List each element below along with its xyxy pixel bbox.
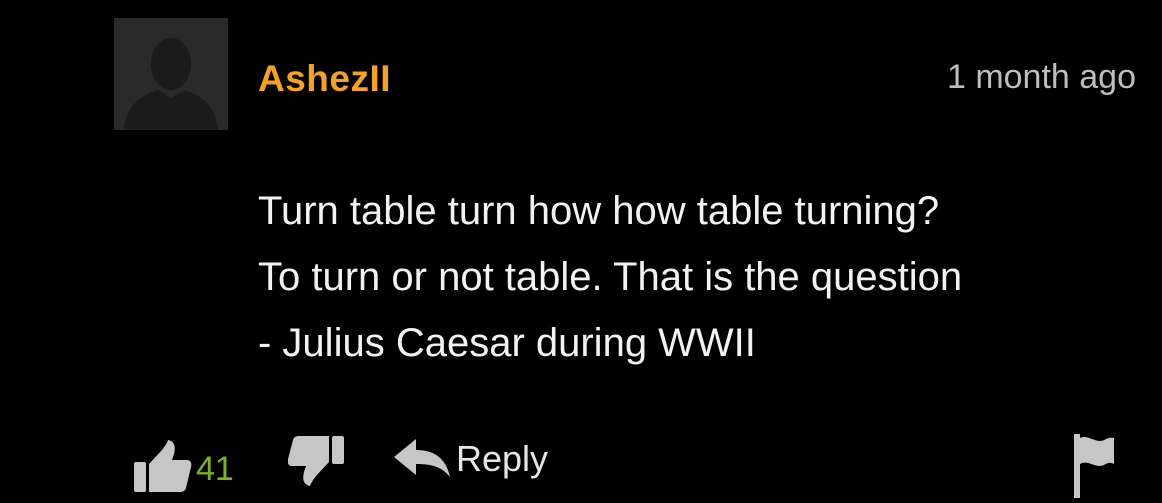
default-user-silhouette-icon xyxy=(114,18,228,130)
comment-actions: 41 Reply xyxy=(0,430,1162,500)
comment-line: - Julius Caesar during WWII xyxy=(258,321,756,365)
avatar[interactable] xyxy=(114,18,228,130)
comment-author[interactable]: AshezII xyxy=(258,58,391,100)
flag-button[interactable] xyxy=(1074,434,1114,503)
like-count: 41 xyxy=(196,449,234,488)
thumbs-up-icon xyxy=(134,440,192,492)
comment-timestamp: 1 month ago xyxy=(946,58,1136,96)
like-button[interactable]: 41 xyxy=(134,438,234,494)
reply-arrow-icon xyxy=(394,439,450,477)
thumbs-down-icon xyxy=(287,436,344,486)
reply-label: Reply xyxy=(456,438,549,479)
comment-line: To turn or not table. That is the questi… xyxy=(258,255,963,299)
comment-line: Turn table turn how how table turning? xyxy=(258,189,940,233)
dislike-button[interactable] xyxy=(287,436,344,491)
comment-body: Turn table turn how how table turning? T… xyxy=(258,178,1148,376)
reply-button[interactable]: Reply xyxy=(394,438,548,480)
flag-icon xyxy=(1074,434,1114,498)
